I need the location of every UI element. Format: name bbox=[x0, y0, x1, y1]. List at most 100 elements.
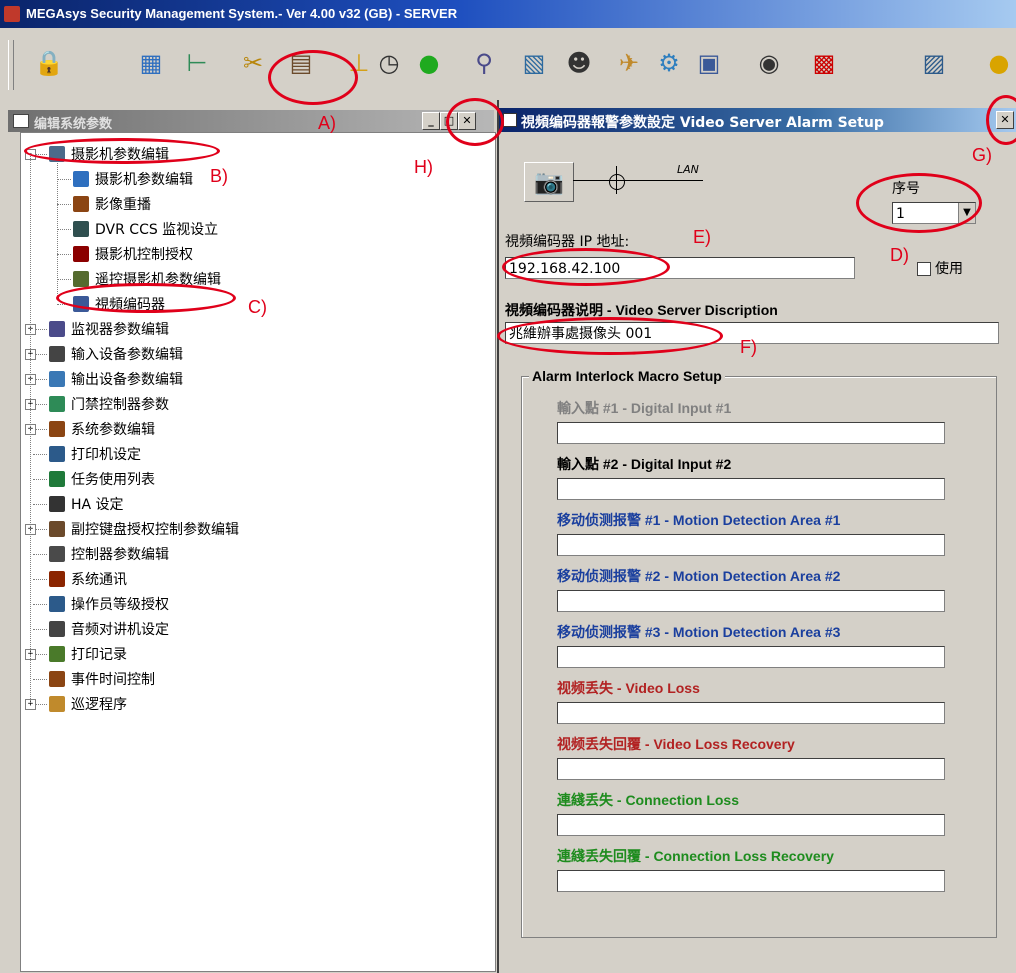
alarm-input-label: 輸入點 #2 - Digital Input #2 bbox=[557, 454, 731, 474]
app-icon bbox=[4, 6, 20, 22]
tree-item[interactable]: 巡逻程序 bbox=[49, 693, 127, 715]
search-person-icon[interactable]: ⚲ bbox=[465, 44, 503, 82]
alarm-input-label-text: 视频丢失回覆 - Video Loss Recovery bbox=[557, 736, 795, 752]
alarm-input-label: 移动侦测报警 #2 - Motion Detection Area #2 bbox=[557, 566, 840, 586]
alarm-input-label-text: 移动侦测报警 #3 - Motion Detection Area #3 bbox=[557, 624, 841, 640]
tree-item-label: 巡逻程序 bbox=[71, 697, 127, 713]
left-panel: 编辑系统参数 _ □ ✕ 摄影机参数编辑 - 摄影机参数编辑 影像重播 DVR CCS … bbox=[0, 100, 497, 973]
tree-item-label: 输出设备参数编辑 bbox=[71, 372, 183, 388]
alarm-input-field[interactable] bbox=[557, 758, 945, 780]
tree-item[interactable]: 影像重播 bbox=[73, 193, 151, 215]
tree-item[interactable]: 输出设备参数编辑 bbox=[49, 368, 183, 390]
tree-item[interactable]: 监视器参数编辑 bbox=[49, 318, 169, 340]
tree-connector bbox=[33, 579, 47, 580]
tree-view[interactable]: 摄影机参数编辑 - 摄影机参数编辑 影像重播 DVR CCS 监视设立 摄影机控制授权 遥控… bbox=[20, 132, 496, 972]
tree-node-icon bbox=[49, 546, 65, 562]
satellite-icon[interactable]: ✈ bbox=[610, 44, 648, 82]
coin-icon[interactable]: ● bbox=[985, 44, 1013, 82]
tree-item[interactable]: HA 设定 bbox=[49, 493, 124, 515]
annotation-h: H) bbox=[414, 157, 433, 177]
clock-icon[interactable]: ◷ bbox=[370, 44, 408, 82]
tree-node-icon bbox=[49, 521, 65, 537]
tree-item-label: 输入设备参数编辑 bbox=[71, 347, 183, 363]
tree-item[interactable]: 操作员等级授权 bbox=[49, 593, 169, 615]
tree-connector bbox=[33, 629, 47, 630]
alarm-input-field[interactable] bbox=[557, 422, 945, 444]
agent-icon[interactable]: ☻ bbox=[560, 44, 598, 82]
alarm-input-field[interactable] bbox=[557, 646, 945, 668]
alarm-input-label: 视频丢失 - Video Loss bbox=[557, 678, 700, 698]
tree-item[interactable]: 门禁控制器参数 bbox=[49, 393, 169, 415]
toolbar-grip[interactable] bbox=[8, 40, 14, 90]
tree-item[interactable]: DVR CCS 监视设立 bbox=[73, 218, 218, 240]
window-icon bbox=[13, 114, 29, 128]
alarm-input-label: 移动侦测报警 #3 - Motion Detection Area #3 bbox=[557, 622, 840, 642]
tree-item-label: 监视器参数编辑 bbox=[71, 322, 169, 338]
document-icon[interactable]: ▧ bbox=[515, 44, 553, 82]
tree-connector bbox=[33, 504, 47, 505]
annotation-f: F) bbox=[740, 337, 757, 357]
tree-item[interactable]: 系统通讯 bbox=[49, 568, 127, 590]
monitor-icon[interactable]: ◉ bbox=[750, 44, 788, 82]
alarm-input-field[interactable] bbox=[557, 478, 945, 500]
alarm-input-field[interactable] bbox=[557, 534, 945, 556]
window-title: MEGAsys Security Management System.- Ver… bbox=[26, 6, 458, 21]
annotation-g: G) bbox=[972, 145, 992, 165]
alarm-input-label: 輸入點 #1 - Digital Input #1 bbox=[557, 398, 731, 418]
tree-connector bbox=[33, 454, 47, 455]
annotation-b: B) bbox=[210, 166, 228, 186]
left-panel-header: 编辑系统参数 _ □ ✕ bbox=[8, 110, 494, 132]
tree-item-label: 系统参数编辑 bbox=[71, 422, 155, 438]
tree-connector bbox=[33, 479, 47, 480]
tools-icon[interactable]: ✂ bbox=[234, 44, 272, 82]
tree-item[interactable]: 摄影机参数编辑 bbox=[73, 168, 193, 190]
tree-item[interactable]: 摄影机控制授权 bbox=[73, 243, 193, 265]
tree-item[interactable]: 事件时间控制 bbox=[49, 668, 155, 690]
tree-item-label: 打印机设定 bbox=[71, 447, 141, 463]
alarm-input-field[interactable] bbox=[557, 702, 945, 724]
video-icon[interactable]: ▣ bbox=[690, 44, 728, 82]
alarm-input-label-text: 連綫丢失 - Connection Loss bbox=[557, 792, 739, 808]
alarm-input-field[interactable] bbox=[557, 870, 945, 892]
tree-node-icon bbox=[49, 346, 65, 362]
annotation-a: A) bbox=[318, 113, 336, 133]
tree-item[interactable]: 系统参数编辑 bbox=[49, 418, 155, 440]
alarm-input-field[interactable] bbox=[557, 590, 945, 612]
minimize-button[interactable]: _ bbox=[422, 112, 440, 130]
alarm-input-label-text: 輸入點 #2 - Digital Input #2 bbox=[557, 456, 732, 472]
tree-trunk-line bbox=[30, 153, 31, 703]
export-icon[interactable]: ▨ bbox=[915, 44, 953, 82]
settings-icon[interactable]: ⚙ bbox=[650, 44, 688, 82]
tree-item[interactable]: 任务使用列表 bbox=[49, 468, 155, 490]
network-icon[interactable]: ▦ bbox=[132, 44, 170, 82]
tree-node-icon bbox=[49, 671, 65, 687]
alarm-input-label-text: 連綫丢失回覆 - Connection Loss Recovery bbox=[557, 848, 834, 864]
tree-item-label: 影像重播 bbox=[95, 197, 151, 213]
tree-node-icon bbox=[49, 471, 65, 487]
tree-item[interactable]: 音频对讲机设定 bbox=[49, 618, 169, 640]
tree-item[interactable]: 打印记录 bbox=[49, 643, 127, 665]
tree-item[interactable]: 打印机设定 bbox=[49, 443, 141, 465]
tree-node-icon bbox=[49, 696, 65, 712]
tree-item[interactable]: 控制器参数编辑 bbox=[49, 543, 169, 565]
tree-node-icon bbox=[49, 496, 65, 512]
alarm-input-label: 連綫丢失回覆 - Connection Loss Recovery bbox=[557, 846, 834, 866]
tree-item-label: 门禁控制器参数 bbox=[71, 397, 169, 413]
tree-node-icon bbox=[49, 321, 65, 337]
tree-node-icon bbox=[49, 571, 65, 587]
tree-node-icon bbox=[49, 621, 65, 637]
tree-item-label: 任务使用列表 bbox=[71, 472, 155, 488]
annotation-oval-f bbox=[497, 317, 723, 355]
tree-item-label: 系统通讯 bbox=[71, 572, 127, 588]
alarm-input-field[interactable] bbox=[557, 814, 945, 836]
tree-item[interactable]: 输入设备参数编辑 bbox=[49, 343, 183, 365]
tree-connector bbox=[57, 229, 71, 230]
color-grid-icon[interactable]: ▩ bbox=[805, 44, 843, 82]
tree-connector bbox=[57, 204, 71, 205]
tree-icon[interactable]: ⊢ bbox=[178, 44, 216, 82]
alarm-input-label-text: 移动侦测报警 #2 - Motion Detection Area #2 bbox=[557, 568, 841, 584]
tree-item-label: 控制器参数编辑 bbox=[71, 547, 169, 563]
lock-icon[interactable]: 🔒 bbox=[30, 44, 68, 82]
tree-item[interactable]: 副控键盘授权控制参数编辑 bbox=[49, 518, 239, 540]
status-light-icon[interactable]: ● bbox=[410, 44, 448, 82]
